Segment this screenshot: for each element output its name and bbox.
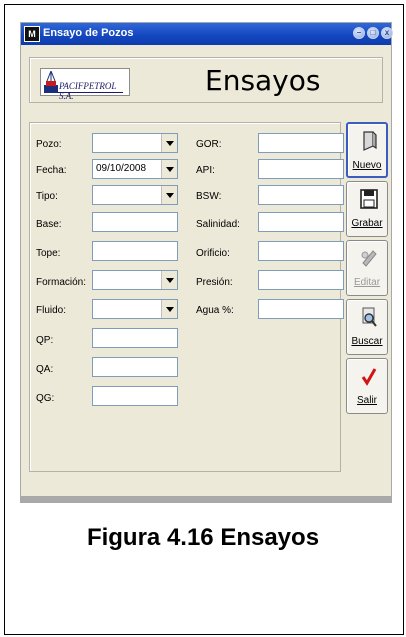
api-input[interactable] <box>258 159 344 179</box>
new-document-icon <box>363 131 377 151</box>
app-icon: M <box>24 26 40 42</box>
grabar-button[interactable]: Grabar <box>346 181 388 237</box>
logo-text: PACIFPETROL S.A. <box>59 81 117 101</box>
buscar-button[interactable]: Buscar <box>346 299 388 355</box>
formacion-label: Formación: <box>36 277 87 288</box>
tipo-combo[interactable] <box>92 185 178 205</box>
bsw-input[interactable] <box>258 185 344 205</box>
formacion-combo[interactable] <box>92 270 178 290</box>
presion-input[interactable] <box>258 270 344 290</box>
close-button[interactable]: x <box>381 27 393 39</box>
buscar-button-label: Buscar <box>351 336 383 347</box>
tope-label: Tope: <box>36 248 61 259</box>
tope-input[interactable] <box>92 241 178 261</box>
pozo-label: Pozo: <box>36 139 62 150</box>
pozo-combo[interactable] <box>92 133 178 153</box>
fecha-combo[interactable]: 09/10/2008 <box>92 159 178 179</box>
header-panel: PACIFPETROL S.A. Ensayos <box>29 57 383 103</box>
app-window: M Ensayo de Pozos – □ x PACIFPETROL S.A.… <box>20 22 393 497</box>
api-label: API: <box>196 165 215 176</box>
gor-label: GOR: <box>196 139 222 150</box>
qp-label: QP: <box>36 335 54 346</box>
chevron-down-icon[interactable] <box>161 300 177 318</box>
fluido-label: Fluido: <box>36 305 67 316</box>
figure-caption: Figura 4.16 Ensayos <box>86 524 320 551</box>
window-bottom-edge <box>20 497 392 503</box>
checkmark-icon <box>361 368 377 386</box>
nuevo-button[interactable]: Nuevo <box>346 122 388 178</box>
qa-label: QA: <box>36 364 54 375</box>
edit-icon <box>361 250 377 267</box>
logo-underline <box>57 92 123 93</box>
chevron-down-icon[interactable] <box>161 186 177 204</box>
qg-input[interactable] <box>92 386 178 406</box>
editar-button-label: Editar <box>353 277 381 288</box>
orificio-label: Orificio: <box>196 248 230 259</box>
oil-derrick-icon <box>44 71 58 93</box>
salir-button[interactable]: Salir <box>346 358 388 414</box>
base-input[interactable] <box>92 212 178 232</box>
fluido-combo[interactable] <box>92 299 178 319</box>
window-title: Ensayo de Pozos <box>43 27 134 39</box>
nuevo-button-label: Nuevo <box>352 160 382 171</box>
agua-input[interactable] <box>258 299 344 319</box>
minimize-button[interactable]: – <box>353 27 365 39</box>
maximize-button[interactable]: □ <box>367 27 379 39</box>
floppy-disk-icon <box>360 189 378 209</box>
title-bar[interactable]: M Ensayo de Pozos – □ x <box>21 23 393 45</box>
search-icon <box>362 307 377 327</box>
fecha-value: 09/10/2008 <box>96 163 147 174</box>
grabar-button-label: Grabar <box>351 218 383 229</box>
company-logo: PACIFPETROL S.A. <box>40 68 130 101</box>
chevron-down-icon[interactable] <box>161 134 177 152</box>
fecha-label: Fecha: <box>36 165 67 176</box>
salinidad-input[interactable] <box>258 212 344 232</box>
qp-input[interactable] <box>92 328 178 348</box>
chevron-down-icon[interactable] <box>161 160 177 178</box>
chevron-down-icon[interactable] <box>161 271 177 289</box>
agua-label: Agua %: <box>196 305 234 316</box>
qg-label: QG: <box>36 393 55 404</box>
presion-label: Presión: <box>196 277 233 288</box>
tipo-label: Tipo: <box>36 191 58 202</box>
base-label: Base: <box>36 219 62 230</box>
editar-button[interactable]: Editar <box>346 240 388 296</box>
qa-input[interactable] <box>92 357 178 377</box>
salinidad-label: Salinidad: <box>196 219 240 230</box>
salir-button-label: Salir <box>356 395 377 406</box>
gor-input[interactable] <box>258 133 344 153</box>
orificio-input[interactable] <box>258 241 344 261</box>
page-title: Ensayos <box>205 64 321 97</box>
bsw-label: BSW: <box>196 191 222 202</box>
form-panel: Pozo: Fecha: 09/10/2008 Tipo: Base: Tope… <box>29 122 344 472</box>
